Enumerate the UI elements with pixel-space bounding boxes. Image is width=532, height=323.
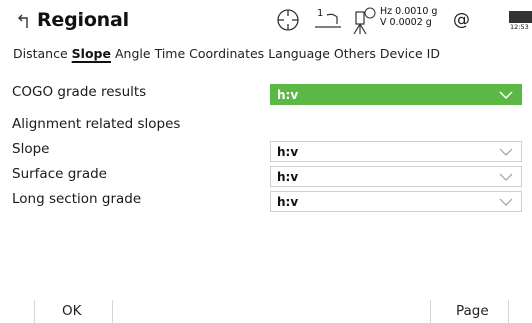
instrument-icon[interactable] — [348, 6, 376, 36]
page-title: Regional — [37, 9, 129, 31]
ok-button[interactable]: OK — [62, 303, 81, 319]
title-bar: Regional 1 Hz 0.0010 g V 0.0002 g @ 12:5… — [0, 0, 532, 44]
long-section-grade-value: h:v — [277, 195, 299, 209]
cogo-grade-value: h:v — [277, 88, 299, 102]
battery-icon — [509, 11, 532, 23]
tab-others[interactable]: Others — [334, 46, 376, 61]
tab-distance[interactable]: Distance — [13, 46, 68, 61]
angle-readout: Hz 0.0010 g V 0.0002 g — [380, 6, 437, 28]
clock: 12:53 — [510, 23, 529, 31]
tab-bar: Distance Slope Angle Time Coordinates Languag… — [13, 46, 444, 61]
chevron-down-icon — [499, 198, 513, 206]
slope-value: h:v — [277, 145, 299, 159]
chevron-down-icon — [499, 91, 513, 100]
surface-grade-select[interactable]: h:v — [270, 166, 522, 187]
hz-readout: Hz 0.0010 g — [380, 6, 438, 17]
surface-grade-value: h:v — [277, 170, 299, 184]
long-section-grade-select[interactable]: h:v — [270, 191, 522, 212]
alignment-heading: Alignment related slopes — [12, 116, 181, 132]
tab-angle[interactable]: Angle — [115, 46, 151, 61]
tab-device-id[interactable]: Device ID — [380, 46, 440, 61]
at-icon[interactable]: @ — [453, 10, 470, 30]
long-section-grade-label: Long section grade — [12, 191, 142, 207]
chevron-down-icon — [499, 148, 513, 156]
v-readout: V 0.0002 g — [380, 17, 432, 28]
crosshair-icon[interactable] — [275, 7, 301, 33]
slope-select[interactable]: h:v — [270, 141, 522, 162]
page-button[interactable]: Page — [456, 303, 489, 319]
divider — [430, 300, 431, 323]
tab-slope[interactable]: Slope — [72, 46, 111, 61]
surface-grade-label: Surface grade — [12, 166, 107, 182]
divider — [34, 300, 35, 323]
slope-label: Slope — [12, 141, 50, 157]
divider — [508, 300, 509, 323]
tab-coordinates[interactable]: Coordinates — [189, 46, 264, 61]
back-icon[interactable] — [17, 12, 33, 30]
cogo-grade-label: COGO grade results — [12, 84, 147, 100]
tab-time[interactable]: Time — [155, 46, 186, 61]
tab-language[interactable]: Language — [268, 46, 330, 61]
chevron-down-icon — [499, 173, 513, 181]
prism-icon[interactable] — [313, 11, 343, 29]
cogo-grade-select[interactable]: h:v — [270, 84, 522, 105]
divider — [112, 300, 113, 323]
